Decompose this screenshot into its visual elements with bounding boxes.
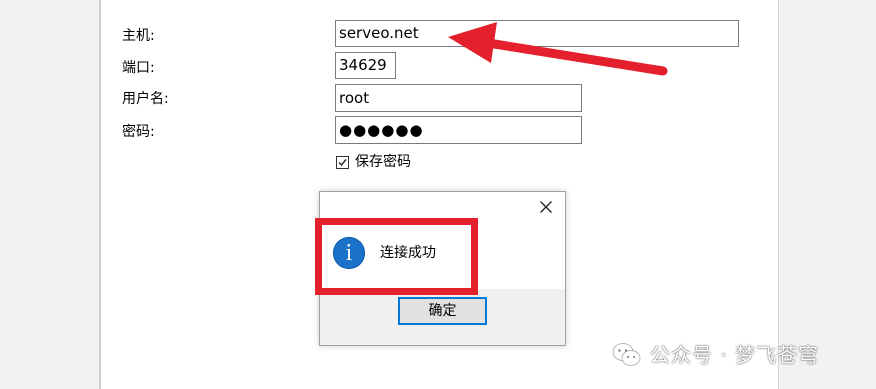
save-password-option[interactable]: 保存密码 — [336, 153, 411, 171]
username-label: 用户名: — [122, 91, 169, 107]
watermark: 公众号 · 梦飞苍穹 — [612, 340, 819, 370]
host-label: 主机: — [122, 28, 155, 44]
annotation-highlight-box — [315, 218, 478, 295]
close-icon[interactable] — [539, 200, 553, 214]
save-password-checkbox[interactable] — [336, 155, 349, 169]
username-input[interactable]: root — [335, 84, 582, 112]
save-password-label: 保存密码 — [355, 154, 411, 170]
port-label: 端口: — [122, 60, 155, 76]
password-input[interactable]: ●●●●●● — [335, 116, 582, 144]
port-input[interactable]: 34629 — [335, 52, 396, 79]
ok-button[interactable]: 确定 — [398, 297, 487, 325]
checkmark-icon — [338, 158, 347, 166]
wechat-icon — [612, 343, 641, 366]
watermark-text: 公众号 · 梦飞苍穹 — [650, 343, 820, 367]
host-input[interactable]: serveo.net — [335, 20, 739, 47]
password-label: 密码: — [122, 124, 155, 140]
